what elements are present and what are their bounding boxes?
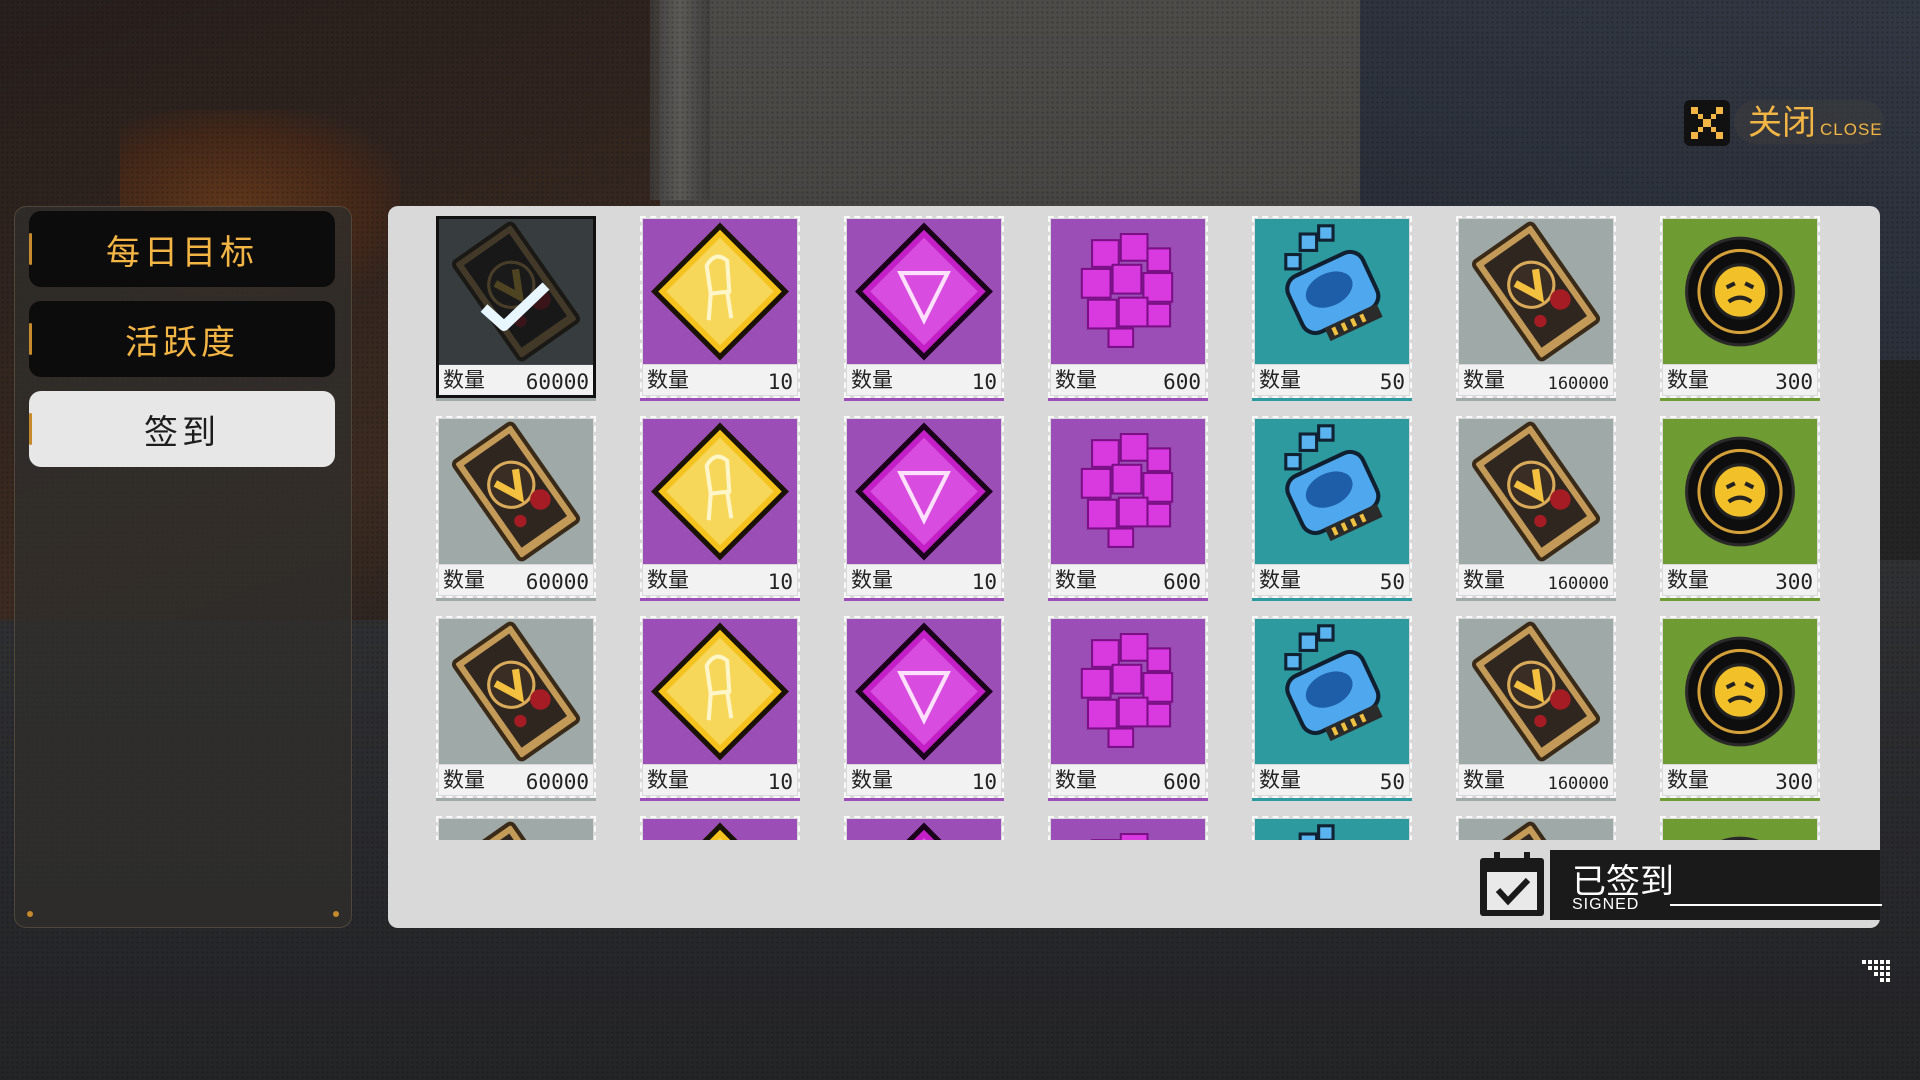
corner-dot	[333, 911, 339, 917]
reward-card[interactable]: 数量160000	[1456, 816, 1616, 840]
reward-card[interactable]: 数量60000	[436, 616, 596, 801]
close-label: 关闭	[1748, 103, 1816, 143]
reward-card[interactable]: 数量50	[1252, 816, 1412, 840]
reward-card[interactable]: 数量60000	[436, 416, 596, 601]
reward-card[interactable]: 数量600	[1048, 216, 1208, 401]
reward-card[interactable]: 数量10	[844, 216, 1004, 401]
signed-badge: 已签到 SIGNED	[1478, 850, 1882, 920]
close-sublabel: CLOSE	[1820, 120, 1883, 139]
reward-card[interactable]: 数量50	[1252, 216, 1412, 401]
reward-card[interactable]: 数量10	[844, 816, 1004, 840]
signed-sublabel: SIGNED	[1572, 896, 1640, 913]
reward-card[interactable]: 数量160000	[1456, 416, 1616, 601]
sidebar: 每日目标 活跃度 签到	[14, 206, 352, 928]
reward-card[interactable]: 数量50	[1252, 416, 1412, 601]
reward-card[interactable]: 数量600	[1048, 616, 1208, 801]
reward-card[interactable]: 数量60000	[436, 216, 596, 401]
reward-card[interactable]: 数量300	[1660, 416, 1820, 601]
reward-card[interactable]: 数量600	[1048, 816, 1208, 840]
close-button[interactable]: 关闭 CLOSE	[1684, 98, 1904, 148]
reward-card[interactable]: 数量10	[844, 416, 1004, 601]
reward-card[interactable]: 数量300	[1660, 616, 1820, 801]
reward-card[interactable]: 数量160000	[1456, 616, 1616, 801]
reward-card[interactable]: 数量300	[1660, 816, 1820, 840]
reward-card[interactable]: 数量10	[640, 216, 800, 401]
reward-card[interactable]: 数量10	[640, 416, 800, 601]
reward-card[interactable]: 数量60000	[436, 816, 596, 840]
reward-card[interactable]: 数量600	[1048, 416, 1208, 601]
sidebar-item-daily-goals[interactable]: 每日目标	[29, 211, 335, 287]
corner-dot	[27, 911, 33, 917]
sidebar-item-label: 活跃度	[125, 322, 239, 363]
sidebar-item-sign-in[interactable]: 签到	[29, 391, 335, 467]
sidebar-item-activity[interactable]: 活跃度	[29, 301, 335, 377]
calendar-check-icon	[1480, 852, 1544, 916]
reward-card[interactable]: 数量10	[640, 816, 800, 840]
sidebar-item-label: 签到	[144, 412, 220, 453]
reward-card[interactable]: 数量50	[1252, 616, 1412, 801]
reward-card[interactable]: 数量10	[844, 616, 1004, 801]
reward-grid[interactable]: 数量 60000 数量 10 数量 10 数量 600 数量 50 数量 160000 数量 300 数量 6…	[436, 216, 1836, 840]
close-icon	[1684, 100, 1730, 146]
reward-card[interactable]: 数量160000	[1456, 216, 1616, 401]
grid-menu-icon[interactable]	[1862, 960, 1892, 982]
reward-card[interactable]: 数量10	[640, 616, 800, 801]
sign-in-panel: 数量 60000 数量 10 数量 10 数量 600 数量 50 数量 160000 数量 300 数量 6…	[388, 206, 1880, 928]
reward-card[interactable]: 数量300	[1660, 216, 1820, 401]
sidebar-item-label: 每日目标	[106, 232, 258, 273]
